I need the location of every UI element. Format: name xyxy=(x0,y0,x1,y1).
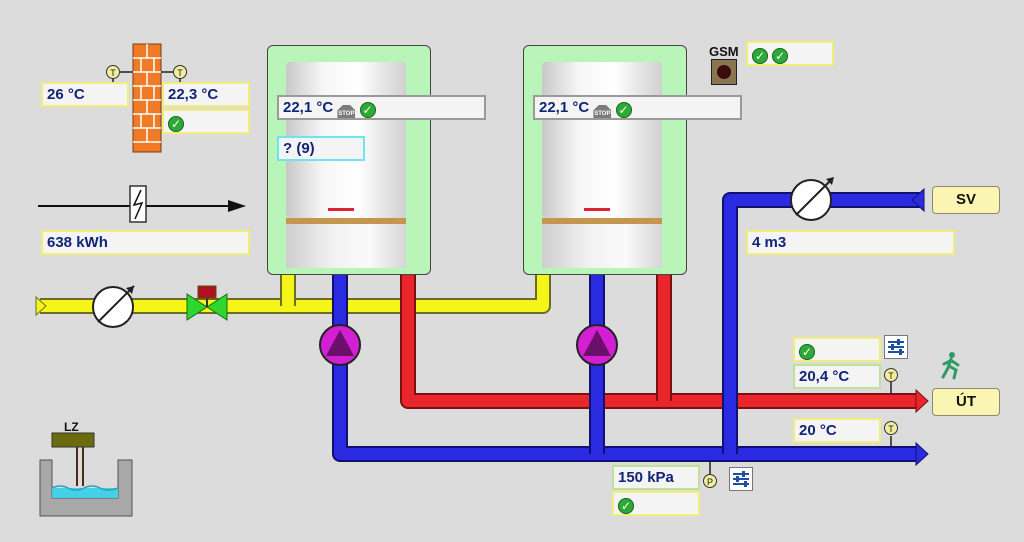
pipe-diagram xyxy=(35,43,960,517)
pressure-value: 150 kPa xyxy=(618,469,674,486)
inside-temp-box: 22,3 °C xyxy=(162,82,250,107)
stop-icon[interactable]: STOP xyxy=(593,105,612,118)
water-meter-icon xyxy=(790,177,834,221)
outside-temp-box: 26 °C xyxy=(41,82,129,107)
boiler-1-error: ? (9) xyxy=(283,140,315,157)
pump-1-icon[interactable] xyxy=(319,324,361,366)
check-icon: ✓ xyxy=(752,48,768,64)
cold-water-pipe xyxy=(722,187,925,454)
pressure-box: 150 kPa xyxy=(612,465,700,490)
gas-meter-icon xyxy=(92,285,135,328)
energy-box: 638 kWh xyxy=(41,230,250,255)
boiler-2-unit xyxy=(542,62,662,268)
electricity-line xyxy=(38,185,246,223)
temp-sensor-supply-icon: T xyxy=(884,368,898,382)
person-walking-icon xyxy=(941,352,960,380)
check-icon: ✓ xyxy=(799,344,815,360)
check-icon: ✓ xyxy=(168,116,184,132)
cold-water-tag[interactable]: SV xyxy=(932,186,1000,214)
water-volume-box: 4 m3 xyxy=(746,230,955,255)
boiler-2-panel[interactable] xyxy=(523,45,687,275)
gsm-status-box: ✓ ✓ xyxy=(746,41,834,66)
temp-sensor-inside-icon: T xyxy=(173,65,187,79)
sump-label: LZ xyxy=(64,420,79,434)
heating-tag[interactable]: ÚT xyxy=(932,388,1000,416)
outdoor-status-box: ✓ xyxy=(162,109,250,134)
check-icon: ✓ xyxy=(772,48,789,64)
heating-settings-icon[interactable] xyxy=(884,335,908,359)
gsm-label: GSM xyxy=(709,44,739,59)
temp-sensor-outside-icon: T xyxy=(106,65,120,79)
boiler-1-unit xyxy=(286,62,406,268)
boiler-1-temp-box: 22,1 °C STOP ✓ xyxy=(277,95,486,120)
boiler-2-temp-box: 22,1 °C STOP ✓ xyxy=(533,95,742,120)
gas-valve-icon[interactable] xyxy=(186,285,228,321)
stop-icon[interactable]: STOP xyxy=(337,105,356,118)
gsm-led-icon xyxy=(711,59,737,85)
pump-2-icon[interactable] xyxy=(576,324,618,366)
boiler-1-error-box[interactable]: ? (9) xyxy=(277,136,365,161)
pressure-settings-icon[interactable] xyxy=(729,467,753,491)
supply-temp-box: 20,4 °C xyxy=(793,364,881,389)
check-icon: ✓ xyxy=(359,102,376,118)
return-temp-box: 20 °C xyxy=(793,418,881,443)
boiler-2-temp: 22,1 °C xyxy=(539,99,590,116)
outside-temp: 26 °C xyxy=(47,86,85,103)
energy-consumption: 638 kWh xyxy=(47,234,108,251)
check-icon: ✓ xyxy=(618,498,634,514)
temp-sensor-return-icon: T xyxy=(884,421,898,435)
heating-status-box: ✓ xyxy=(793,337,881,362)
check-icon: ✓ xyxy=(615,102,632,118)
inside-temp: 22,3 °C xyxy=(168,86,219,103)
return-temp: 20 °C xyxy=(799,422,837,439)
boiler-1-temp: 22,1 °C xyxy=(283,99,334,116)
sump-icon xyxy=(39,432,133,517)
supply-temp: 20,4 °C xyxy=(799,368,850,385)
water-volume: 4 m3 xyxy=(752,234,787,251)
pressure-sensor-icon: P xyxy=(703,474,717,488)
pressure-status-box: ✓ xyxy=(612,491,700,516)
